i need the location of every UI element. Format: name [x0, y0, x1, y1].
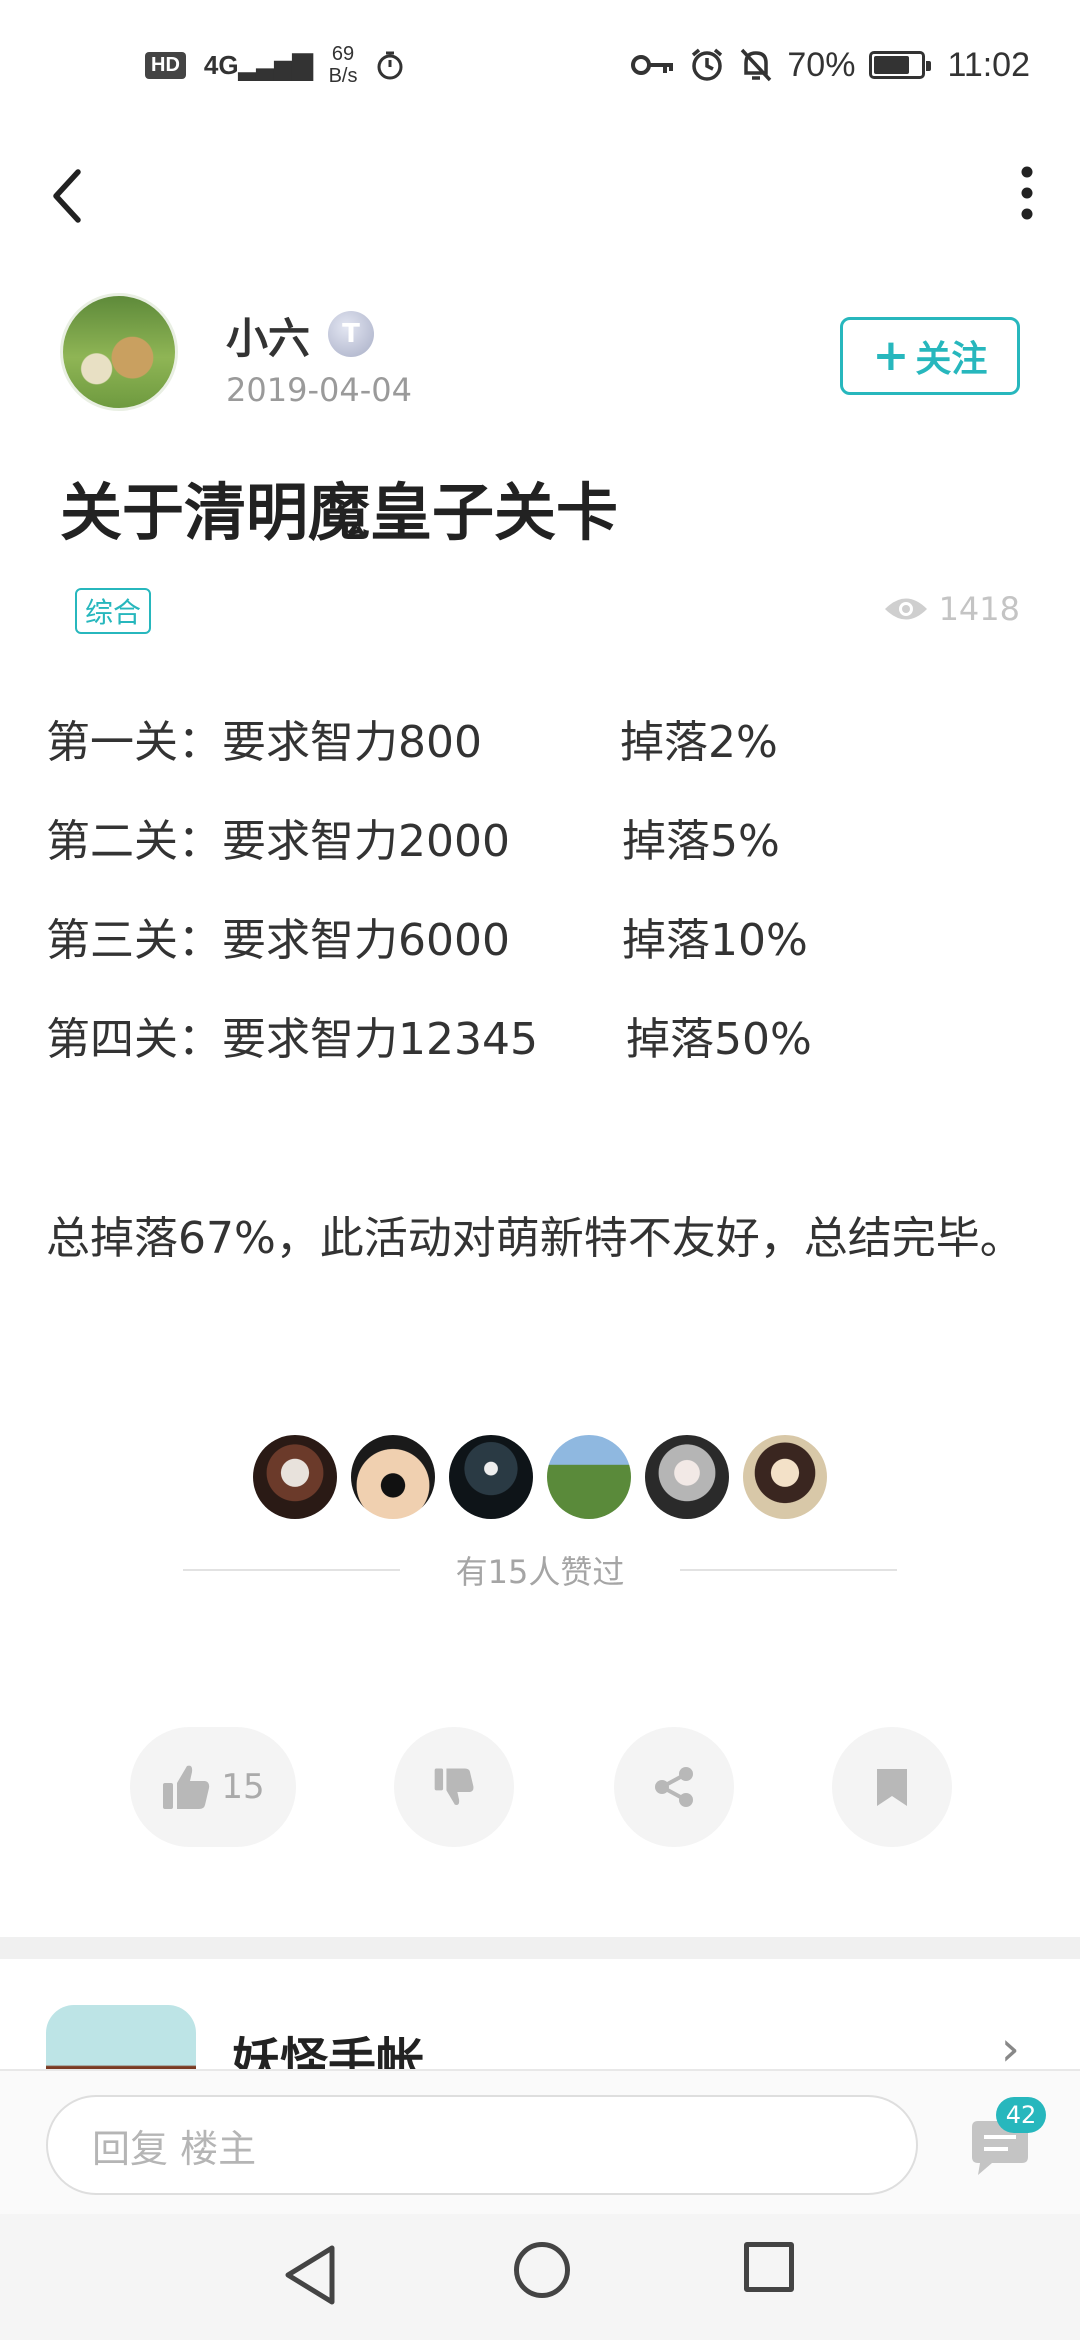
share-icon [655, 1767, 693, 1807]
level-row: 第四关：要求智力12345 掉落50% [46, 1003, 1036, 1102]
bookmark-button[interactable] [832, 1727, 952, 1847]
plus-icon: + [872, 330, 910, 381]
level-drop-rate: 掉落50% [626, 1014, 812, 1065]
battery-icon [869, 51, 932, 79]
likes-summary: 有15人赞过 [183, 1548, 898, 1592]
system-nav-bar [0, 2214, 1080, 2340]
author-name[interactable]: 小六 [226, 305, 310, 366]
liker-avatars[interactable] [0, 1435, 1080, 1519]
post-tag[interactable]: 综合 [75, 588, 152, 634]
bookmark-icon [877, 1769, 907, 1806]
divider [183, 1569, 400, 1571]
status-bar: HD 4G▂▃▅▇ 69 B/s 70% 11:02 [0, 0, 1080, 130]
level-drop-rate: 掉落10% [622, 915, 808, 966]
view-count: 1418 [883, 590, 1020, 628]
like-count: 15 [221, 1767, 265, 1807]
level-drop-rate: 掉落5% [622, 816, 780, 867]
battery-level [874, 56, 910, 74]
share-button[interactable] [614, 1727, 734, 1847]
level-requirement: 第二关：要求智力2000 [46, 816, 510, 867]
like-button[interactable]: 15 [130, 1727, 296, 1847]
post-date: 2019-04-04 [226, 371, 412, 409]
liker-avatar[interactable] [449, 1435, 533, 1519]
comment-count-badge: 42 [996, 2097, 1046, 2133]
author-badge-icon: T [328, 311, 374, 357]
view-count-value: 1418 [938, 590, 1020, 628]
post-body: 第一关：要求智力800 掉落2% 第二关：要求智力2000 掉落5% 第三关：要… [46, 706, 1036, 1102]
section-divider [0, 1937, 1080, 1959]
level-row: 第三关：要求智力6000 掉落10% [46, 904, 1036, 1003]
system-back-icon[interactable] [280, 2242, 340, 2308]
post-actions: 15 [0, 1727, 1080, 1847]
signal-icon: 4G▂▃▅▇ [203, 49, 313, 80]
liker-avatar[interactable] [547, 1435, 631, 1519]
game-name: 妖怪手帐 [232, 2033, 425, 2069]
thumbs-down-icon [434, 1768, 474, 1805]
level-requirement: 第四关：要求智力12345 [46, 1014, 538, 1065]
mute-icon [741, 48, 772, 82]
battery-percent: 70% [787, 45, 856, 84]
author-header: 小六 T 2019-04-04 + 关注 [60, 293, 1020, 418]
game-icon [46, 2005, 196, 2069]
liker-avatar[interactable] [645, 1435, 729, 1519]
post-title: 关于清明魔皇子关卡 [60, 476, 619, 549]
top-nav [0, 130, 1080, 260]
key-icon [631, 55, 674, 75]
divider [680, 1569, 898, 1571]
level-requirement: 第一关：要求智力800 [46, 717, 482, 768]
level-row: 第二关：要求智力2000 掉落5% [46, 805, 1036, 904]
speed-unit: B/s [328, 65, 358, 87]
post-summary: 总掉落67%，此活动对萌新特不友好，总结完毕。 [46, 1213, 1024, 1264]
eye-icon [884, 598, 927, 620]
level-row: 第一关：要求智力800 掉落2% [46, 706, 1036, 805]
thumbs-up-icon [163, 1765, 210, 1809]
likes-count-label: 有15人赞过 [455, 1553, 625, 1591]
speed-value: 69 [331, 43, 355, 65]
reply-bar: 回复 楼主 42 [0, 2069, 1080, 2214]
liker-avatar[interactable] [253, 1435, 337, 1519]
follow-button[interactable]: + 关注 [840, 317, 1020, 395]
system-home-icon[interactable] [514, 2242, 570, 2298]
dislike-button[interactable] [394, 1727, 514, 1847]
follow-label: 关注 [915, 339, 988, 380]
network-type: 4G [203, 49, 239, 80]
level-requirement: 第三关：要求智力6000 [46, 915, 510, 966]
system-recents-icon[interactable] [744, 2242, 794, 2292]
clock: 11:02 [947, 45, 1030, 84]
network-speed: 69 B/s [329, 43, 358, 87]
reply-input[interactable]: 回复 楼主 [46, 2095, 918, 2195]
author-avatar[interactable] [60, 293, 178, 411]
more-vertical-icon[interactable] [1002, 158, 1052, 228]
timer-icon [377, 51, 403, 80]
level-drop-rate: 掉落2% [620, 717, 778, 768]
liker-avatar[interactable] [743, 1435, 827, 1519]
back-arrow-icon[interactable] [38, 158, 98, 228]
liker-avatar[interactable] [351, 1435, 435, 1519]
chevron-right-icon: › [1000, 2021, 1020, 2069]
hd-icon: HD [145, 51, 186, 79]
related-game-card[interactable]: 妖怪手帐 › [0, 1959, 1080, 2069]
alarm-icon [692, 48, 723, 81]
